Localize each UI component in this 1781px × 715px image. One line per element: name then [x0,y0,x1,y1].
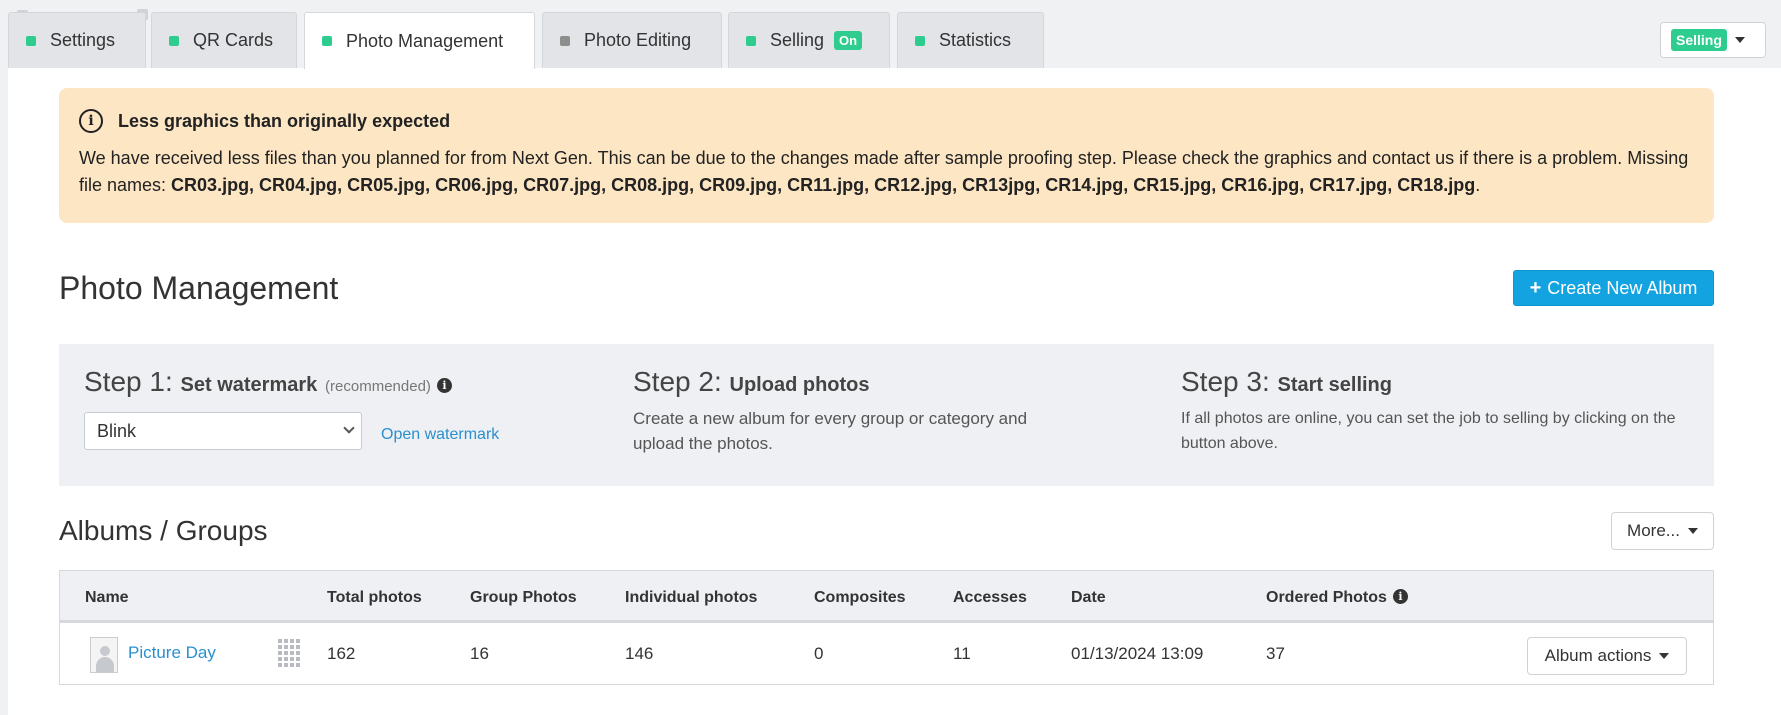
open-watermark-link[interactable]: Open watermark [381,426,499,444]
column-header-group-photos[interactable]: Group Photos [470,589,577,607]
step-2: Step 2: Upload photos Create a new album… [633,366,1053,456]
step-title: Set watermark [180,374,318,396]
alert-end: . [1475,175,1481,195]
tab-label: Settings [50,30,116,50]
drag-handle-icon[interactable] [278,639,302,669]
tab-label: QR Cards [193,30,274,50]
job-status-label: Selling [1671,29,1727,51]
tab-selling[interactable]: Selling On [728,12,890,68]
plus-icon: + [1529,276,1542,299]
create-new-album-button[interactable]: + Create New Album [1513,270,1714,306]
alert-title-row: i Less graphics than originally expected [79,108,1694,134]
status-dot-icon [322,36,332,46]
info-icon[interactable]: i [436,378,452,393]
tab-statistics[interactable]: Statistics [897,12,1044,68]
status-badge: On [834,31,863,50]
tab-settings[interactable]: Settings [8,12,146,68]
step-description: If all photos are online, you can set th… [1181,410,1676,452]
step-note: (recommended) [325,378,431,395]
status-dot-icon [915,35,925,46]
cell-date: 01/13/2024 13:09 [1071,644,1204,663]
step-number: Step 3: [1181,366,1270,397]
missing-file-names: CR03.jpg, CR04.jpg, CR05.jpg, CR06.jpg, … [171,175,1476,195]
album-name-link[interactable]: Picture Day [128,643,216,663]
caret-down-icon [1659,653,1670,659]
column-header-composites[interactable]: Composites [814,589,906,607]
cell-group-photos: 16 [470,644,489,663]
more-button-label: More... [1627,521,1680,540]
status-dot-icon [746,35,756,46]
column-header-name[interactable]: Name [85,589,129,607]
avatar-body-shape [96,657,114,672]
tab-photo-editing[interactable]: Photo Editing [542,12,722,68]
step-number: Step 1: [84,366,173,397]
chevron-down-icon [343,422,355,434]
column-header-individual-photos[interactable]: Individual photos [625,589,757,607]
step-description: Create a new album for every group or ca… [633,409,1028,453]
tab-photo-management[interactable]: Photo Management [304,12,535,69]
status-dot-icon [560,35,570,46]
more-button[interactable]: More... [1611,512,1714,550]
column-header-total-photos[interactable]: Total photos [327,589,422,607]
step-1: Step 1: Set watermark (recommended) i [84,366,452,398]
album-actions-label: Album actions [1544,646,1652,665]
album-thumbnail[interactable] [90,637,118,673]
status-dot-icon [169,35,179,46]
info-icon[interactable]: i [1392,589,1408,604]
column-header-date[interactable]: Date [1071,589,1106,607]
alert-title: Less graphics than originally expected [118,110,451,131]
info-circle-icon: i [79,109,103,133]
album-actions-button[interactable]: Album actions [1527,637,1687,675]
cell-composites: 0 [814,644,824,663]
warning-alert: i Less graphics than originally expected… [59,88,1714,223]
avatar-head-shape [100,646,110,656]
albums-table: Name Total photos Group Photos Individua… [59,570,1714,685]
tab-label: Photo Management [346,30,504,51]
table-header: Name Total photos Group Photos Individua… [60,571,1713,623]
tab-qr-cards[interactable]: QR Cards [151,12,297,68]
cell-ordered-photos: 37 [1266,644,1285,663]
job-status-dropdown[interactable]: Selling [1660,22,1766,58]
alert-body: We have received less files than you pla… [79,145,1694,199]
cell-accesses: 11 [953,644,971,663]
column-header-accesses[interactable]: Accesses [953,589,1027,607]
create-button-label: Create New Album [1547,277,1698,298]
column-header-label: Ordered Photos [1266,589,1387,606]
column-header-ordered-photos[interactable]: Ordered Photos i [1266,589,1408,607]
step-title: Upload photos [729,374,870,396]
cell-individual-photos: 146 [625,644,654,663]
caret-down-icon [1734,37,1745,43]
albums-section-title: Albums / Groups [59,515,268,546]
status-dot-icon [26,35,36,46]
watermark-selected: Blink [97,420,137,441]
step-heading: Step 2: Upload photos [633,366,1053,398]
steps-panel: Step 1: Set watermark (recommended) i Bli… [59,344,1714,486]
tab-label: Photo Editing [584,30,692,50]
cell-total-photos: 162 [327,644,356,663]
step-3: Step 3: Start selling If all photos are … [1181,366,1701,456]
page-title: Photo Management [59,270,339,306]
caret-down-icon [1687,528,1698,534]
step-number: Step 2: [633,366,722,397]
tab-label: Statistics [939,30,1012,50]
step-heading: Step 1: Set watermark (recommended) i [84,366,452,398]
tab-label: Selling [770,30,825,50]
watermark-select[interactable]: Blink [84,412,362,450]
tab-bar: Settings QR Cards Photo Management Photo… [0,0,1781,69]
step-heading: Step 3: Start selling [1181,366,1701,398]
step-title: Start selling [1277,374,1392,396]
